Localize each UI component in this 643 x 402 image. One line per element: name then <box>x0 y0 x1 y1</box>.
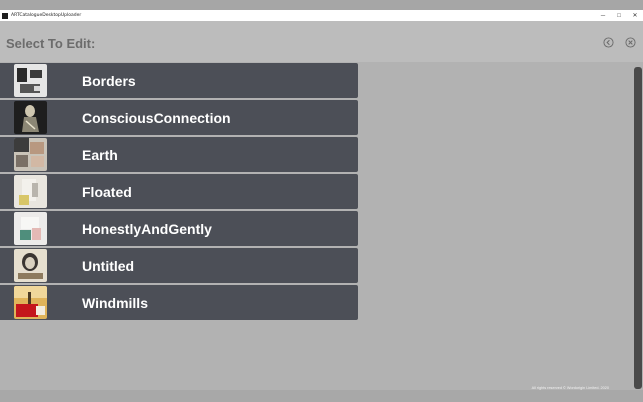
artwork-thumbnail-earth <box>14 138 47 171</box>
top-background-strip <box>0 0 643 10</box>
window-controls: ─ □ ✕ <box>595 10 643 21</box>
close-circle-icon[interactable] <box>625 37 636 48</box>
close-window-button[interactable]: ✕ <box>627 10 643 21</box>
window-titlebar[interactable]: ARTCatalogueDesktopUploader ─ □ ✕ <box>0 10 643 21</box>
list-item[interactable]: ConsciousConnection <box>0 100 358 135</box>
minimize-button[interactable]: ─ <box>595 10 611 21</box>
page-title: Select To Edit: <box>6 36 96 51</box>
back-circle-icon[interactable] <box>603 37 614 48</box>
bottom-strip <box>0 390 643 402</box>
artwork-thumbnail-untitled <box>14 249 47 282</box>
artwork-thumbnail-honestlyandgently <box>14 212 47 245</box>
list-item-label: ConsciousConnection <box>82 110 231 126</box>
list-item[interactable]: HonestlyAndGently <box>0 211 358 246</box>
list-item-label: Windmills <box>82 295 148 311</box>
page-header: Select To Edit: <box>0 21 643 62</box>
list-item[interactable]: Untitled <box>0 248 358 283</box>
app-icon <box>2 12 8 19</box>
window-title: ARTCatalogueDesktopUploader <box>11 13 82 18</box>
list-item[interactable]: Windmills <box>0 285 358 320</box>
artwork-thumbnail-floated <box>14 175 47 208</box>
list-item[interactable]: Floated <box>0 174 358 209</box>
list-item-label: Floated <box>82 184 132 200</box>
copyright-notice: All rights reserved © Wordorigin Limited… <box>531 386 609 390</box>
list-item-label: Untitled <box>82 258 135 274</box>
artwork-thumbnail-consciousconnection <box>14 101 47 134</box>
list-item-label: Borders <box>82 73 136 89</box>
maximize-button[interactable]: □ <box>611 10 627 21</box>
artwork-list: Borders ConsciousConnection Earth Floate… <box>0 63 358 322</box>
artwork-thumbnail-borders <box>14 64 47 97</box>
vertical-scrollbar[interactable] <box>634 67 642 389</box>
list-item[interactable]: Earth <box>0 137 358 172</box>
artwork-thumbnail-windmills <box>14 286 47 319</box>
list-item-label: HonestlyAndGently <box>82 221 212 237</box>
list-item[interactable]: Borders <box>0 63 358 98</box>
list-item-label: Earth <box>82 147 118 163</box>
